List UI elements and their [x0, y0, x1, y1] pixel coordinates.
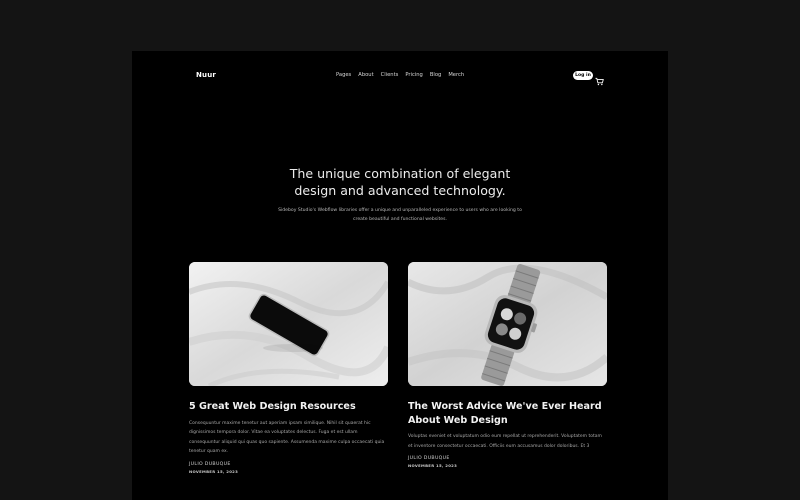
- navbar: Nuur Pages About Clients Pricing Blog Me…: [132, 51, 668, 101]
- nav-link-pages[interactable]: Pages: [336, 72, 351, 78]
- hero-title-line-1: The unique combination of elegant: [289, 166, 511, 181]
- cart-icon[interactable]: [595, 71, 604, 86]
- watch-on-sheets-image[interactable]: [408, 262, 607, 386]
- login-button[interactable]: Log in: [573, 71, 593, 80]
- nav-link-blog[interactable]: Blog: [430, 72, 441, 78]
- hero-title: The unique combination of elegant design…: [250, 165, 550, 199]
- post-author: JULIO DUBUQUE: [408, 456, 450, 461]
- hero-subtitle: Sideboy Studio's Webflow libraries offer…: [278, 208, 522, 222]
- nav-menu: Pages About Clients Pricing Blog Merch: [336, 72, 464, 78]
- nav-link-clients[interactable]: Clients: [381, 72, 399, 78]
- post-title[interactable]: The Worst Advice We've Ever Heard About …: [408, 400, 607, 427]
- blog-card[interactable]: 5 Great Web Design Resources Consequuntu…: [189, 262, 388, 474]
- nav-link-pricing[interactable]: Pricing: [405, 72, 423, 78]
- nav-link-merch[interactable]: Merch: [448, 72, 464, 78]
- site-logo[interactable]: Nuur: [196, 71, 216, 79]
- post-excerpt: Consequuntur maxime tenetur aut aperiam …: [189, 420, 385, 455]
- post-date: NOVEMBER 15, 2023: [189, 468, 239, 474]
- phone-on-sheets-image[interactable]: [189, 262, 388, 386]
- blog-card[interactable]: The Worst Advice We've Ever Heard About …: [408, 262, 607, 468]
- hero-title-line-2: design and advanced technology.: [294, 183, 506, 198]
- nav-link-about[interactable]: About: [358, 72, 373, 78]
- post-excerpt: Voluptas eveniet et voluptatum odio eum …: [408, 434, 602, 449]
- page-frame: Nuur Pages About Clients Pricing Blog Me…: [132, 51, 668, 500]
- post-title[interactable]: 5 Great Web Design Resources: [189, 400, 388, 414]
- post-author: JULIO DUBUQUE: [189, 461, 231, 467]
- post-date: NOVEMBER 15, 2023: [408, 463, 458, 468]
